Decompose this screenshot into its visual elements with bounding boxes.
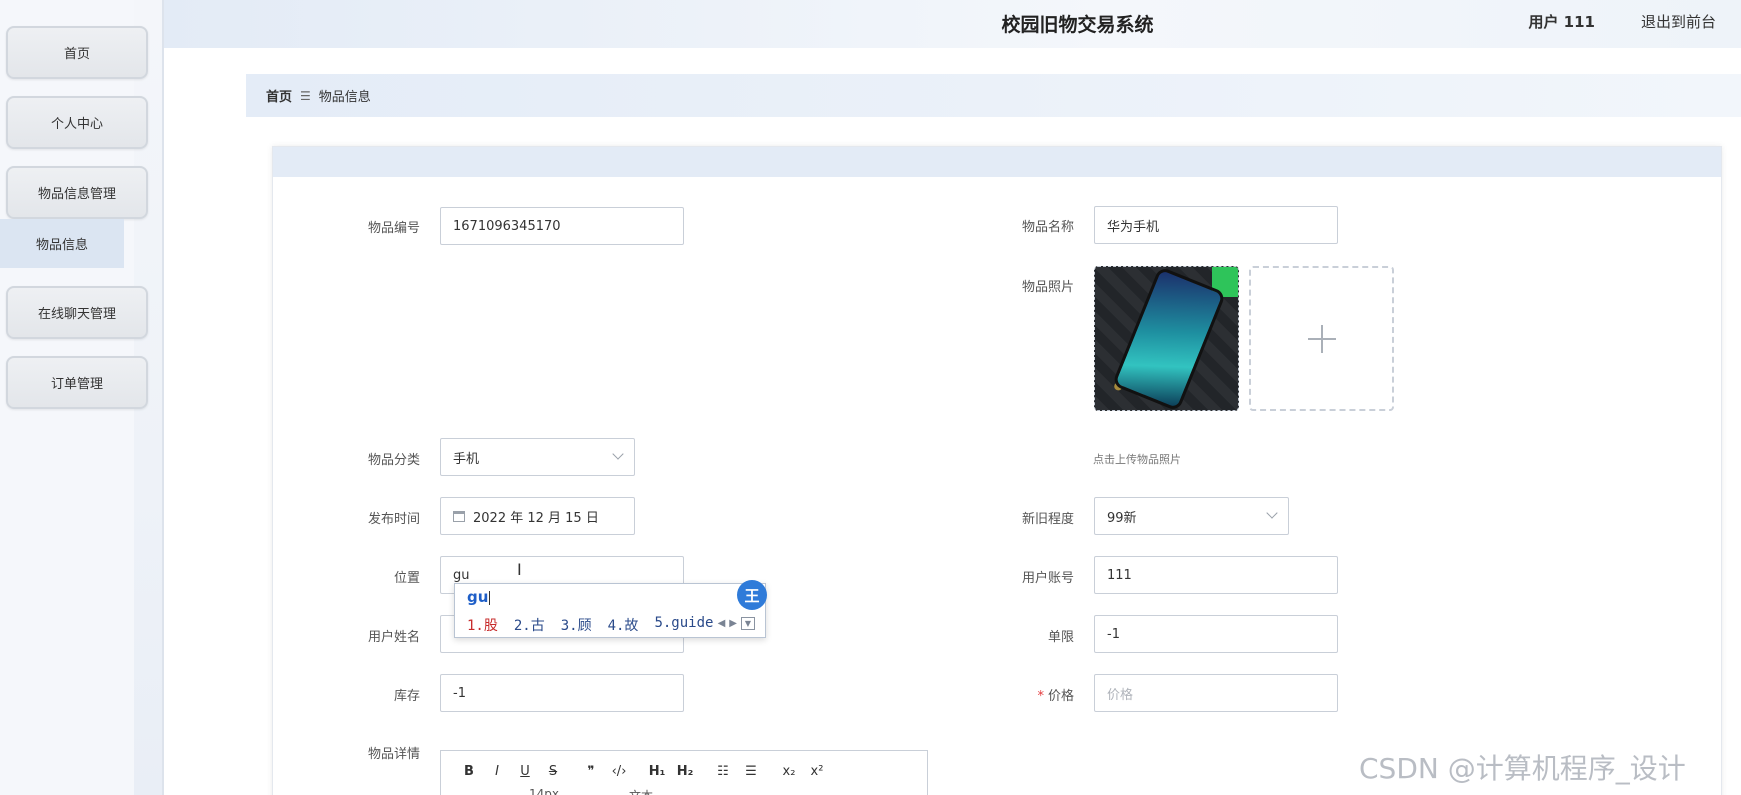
item-name-label: 物品名称: [1021, 220, 1074, 235]
stock-label: 库存: [393, 689, 420, 704]
price-label: * 价格: [974, 685, 1074, 704]
item-name-input[interactable]: 华为手机: [1094, 206, 1338, 244]
current-user: 用户 111: [1528, 13, 1595, 31]
menu-home[interactable]: 首页: [6, 26, 148, 79]
item-no-input[interactable]: 1671096345170: [440, 207, 684, 245]
publish-time-label: 发布时间: [367, 512, 420, 527]
required-mark: *: [1037, 689, 1044, 704]
bullet-list-button[interactable]: ☰: [737, 761, 765, 781]
editor-toolbar: B I U S ❞ ‹/› H₁ H₂ ☷ ☰ x₂ x²: [455, 761, 831, 781]
code-button[interactable]: ‹/›: [605, 761, 633, 781]
limit-label: 单限: [1047, 630, 1074, 645]
menu-personal-center[interactable]: 个人中心: [6, 96, 148, 149]
photo-upload-button[interactable]: [1249, 266, 1394, 411]
plus-icon: [1307, 324, 1336, 353]
user-account-label: 用户账号: [1021, 571, 1074, 586]
user-account-input[interactable]: 111: [1094, 556, 1338, 594]
chevron-down-icon: [612, 448, 624, 460]
strike-button[interactable]: S: [539, 761, 567, 781]
category-value: 手机: [453, 451, 480, 467]
category-label: 物品分类: [367, 453, 420, 468]
expand-icon[interactable]: ▼: [741, 617, 755, 630]
font-size-select[interactable]: 14px: [529, 787, 559, 795]
category-select[interactable]: 手机: [440, 438, 635, 476]
ime-candidate-list: 1.股 2.古 3.顾 4.故 5.guide: [467, 615, 713, 635]
rich-text-editor[interactable]: B I U S ❞ ‹/› H₁ H₂ ☷ ☰ x₂ x² 14px 文本: [440, 750, 928, 795]
breadcrumb: 首页 ☰ 物品信息: [246, 74, 1741, 117]
photo-upload-hint: 点击上传物品照片: [1093, 453, 1181, 466]
sidebar: 首页 个人中心 物品信息管理 物品信息 在线聊天管理 订单管理: [0, 0, 164, 795]
bold-button[interactable]: B: [455, 761, 483, 781]
breadcrumb-home[interactable]: 首页: [266, 86, 292, 105]
calendar-icon: [453, 510, 465, 522]
price-input[interactable]: 价格: [1094, 674, 1338, 712]
page: 首页 个人中心 物品信息管理 物品信息 在线聊天管理 订单管理 校园旧物交易系统…: [0, 0, 1741, 795]
limit-input[interactable]: -1: [1094, 615, 1338, 653]
editor-toolbar-secondary: 14px 文本: [455, 787, 653, 795]
menu-online-chat-management[interactable]: 在线聊天管理: [6, 286, 148, 339]
ime-candidate[interactable]: 5.guide: [654, 615, 713, 635]
ime-page-nav: ◀ ▶ ▼: [718, 617, 755, 630]
breadcrumb-separator-icon: ☰: [300, 88, 311, 103]
logout-link[interactable]: 退出到前台: [1641, 11, 1716, 32]
breadcrumb-current: 物品信息: [318, 90, 371, 105]
italic-button[interactable]: I: [483, 761, 511, 781]
publish-time-picker[interactable]: 2022 年 12 月 15 日: [440, 497, 635, 535]
watermark: CSDN @计算机程序_设计: [1359, 752, 1686, 785]
ime-candidate[interactable]: 1.股: [467, 615, 498, 635]
item-no-label: 物品编号: [367, 221, 420, 236]
menu-order-management[interactable]: 订单管理: [6, 356, 148, 409]
condition-value: 99新: [1107, 510, 1137, 526]
text-cursor-icon: I: [517, 560, 522, 579]
subscript-button[interactable]: x₂: [775, 761, 803, 781]
ime-candidate[interactable]: 3.顾: [561, 615, 592, 635]
ime-composition: gu: [467, 588, 491, 606]
superscript-button[interactable]: x²: [803, 761, 831, 781]
submenu-item-info[interactable]: 物品信息: [0, 219, 124, 268]
stock-input[interactable]: -1: [440, 674, 684, 712]
underline-button[interactable]: U: [511, 761, 539, 781]
ime-candidate[interactable]: 2.古: [514, 615, 545, 635]
ime-candidate-popup: gu 1.股 2.古 3.顾 4.故 5.guide 王 ◀ ▶ ▼: [454, 580, 767, 638]
user-name-label: 用户姓名: [367, 630, 420, 645]
publish-time-value: 2022 年 12 月 15 日: [473, 510, 599, 526]
price-label-text: 价格: [1047, 689, 1074, 704]
card-header: [273, 147, 1721, 177]
text-style-select[interactable]: 文本: [629, 787, 653, 795]
next-page-icon[interactable]: ▶: [729, 618, 737, 629]
details-label: 物品详情: [367, 747, 420, 762]
chevron-down-icon: [1266, 507, 1278, 519]
prev-page-icon[interactable]: ◀: [718, 618, 726, 629]
item-photo-thumbnail[interactable]: [1094, 266, 1239, 411]
item-photo-label: 物品照片: [1021, 280, 1074, 295]
condition-label: 新旧程度: [1021, 512, 1074, 527]
ime-logo-icon: 王: [737, 580, 767, 610]
location-label: 位置: [393, 571, 420, 586]
menu-item-info-management[interactable]: 物品信息管理: [6, 166, 148, 219]
ime-candidate[interactable]: 4.故: [608, 615, 639, 635]
condition-select[interactable]: 99新: [1094, 497, 1289, 535]
app-title: 校园旧物交易系统: [1001, 14, 1154, 36]
ordered-list-button[interactable]: ☷: [709, 761, 737, 781]
h1-button[interactable]: H₁: [643, 761, 671, 781]
top-header: 校园旧物交易系统 用户 111 退出到前台: [164, 0, 1741, 48]
h2-button[interactable]: H₂: [671, 761, 699, 781]
quote-button[interactable]: ❞: [577, 761, 605, 781]
